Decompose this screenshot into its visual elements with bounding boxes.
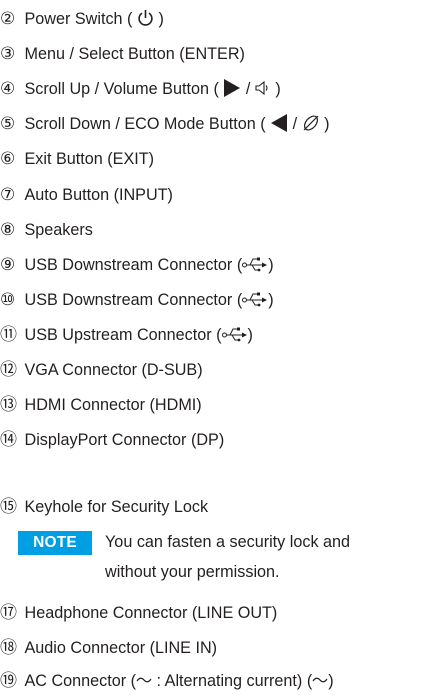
- tilde-icon: [136, 677, 152, 683]
- label-text: : Alternating current) (: [152, 672, 313, 690]
- list-item: ④ Scroll Up / Volume Button ( / ): [0, 74, 281, 104]
- item-number: ⑤: [0, 114, 16, 133]
- item-number: ⑮: [0, 497, 17, 516]
- label-text: ): [247, 326, 253, 344]
- speaker-icon: [255, 81, 268, 96]
- label-text: ): [319, 115, 330, 133]
- label-text: /: [241, 80, 255, 98]
- item-number: ⑩: [0, 290, 16, 309]
- item-label: Audio Connector (LINE IN): [24, 639, 218, 657]
- item-number: ⑱: [0, 638, 17, 657]
- item-number: ⑲: [0, 671, 17, 690]
- list-item: ⑤ Scroll Down / ECO Mode Button ( / ): [0, 109, 330, 139]
- item-number: ④: [0, 79, 16, 98]
- item-label: VGA Connector (D-SUB): [24, 361, 203, 379]
- left-triangle-icon: [271, 114, 288, 133]
- list-item: ⑭ DisplayPort Connector (DP): [0, 425, 224, 455]
- label-text: ): [328, 672, 334, 690]
- list-item: ⑬ HDMI Connector (HDMI): [0, 390, 202, 420]
- label-text: ): [268, 291, 274, 309]
- item-number: ⑦: [0, 185, 16, 204]
- label-text: USB Downstream Connector (: [24, 256, 243, 274]
- list-item: ⑥ Exit Button (EXIT): [0, 144, 154, 174]
- item-number: ⑥: [0, 149, 16, 168]
- list-item: ⑲ AC Connector ( : Alternating current) …: [0, 666, 334, 695]
- item-number: ⑨: [0, 255, 16, 274]
- eco-leaf-icon: [303, 115, 319, 131]
- label-text: ): [153, 10, 164, 28]
- label-text: ): [268, 256, 274, 274]
- item-label: HDMI Connector (HDMI): [24, 396, 202, 414]
- note-text: You can fasten a security lock and witho…: [105, 527, 441, 587]
- list-item: ⑰ Headphone Connector (LINE OUT): [0, 598, 277, 628]
- list-item: ② Power Switch ( ): [0, 4, 164, 34]
- item-label: Power Switch ( ): [25, 4, 164, 34]
- item-number: ③: [0, 44, 16, 63]
- item-label: AC Connector ( : Alternating current) ( …: [25, 666, 334, 695]
- label-text: Scroll Down / ECO Mode Button (: [24, 115, 271, 133]
- item-number: ⑬: [0, 395, 17, 414]
- usb-icon: [242, 292, 268, 307]
- item-label: USB Downstream Connector ( ): [25, 250, 274, 280]
- item-label: Scroll Up / Volume Button ( / ): [25, 74, 281, 104]
- list-item: ③ Menu / Select Button (ENTER): [0, 39, 245, 69]
- note-line-1: You can fasten a security lock and: [105, 533, 351, 551]
- note-badge: NOTE: [18, 531, 92, 555]
- tilde-icon: [312, 677, 328, 683]
- right-triangle-icon: [224, 79, 241, 98]
- usb-icon: [242, 257, 268, 272]
- item-label: Headphone Connector (LINE OUT): [24, 604, 278, 622]
- item-label: Scroll Down / ECO Mode Button ( / ): [25, 109, 330, 139]
- item-label: Menu / Select Button (ENTER): [24, 45, 245, 63]
- item-label: Auto Button (INPUT): [24, 186, 173, 204]
- item-label: DisplayPort Connector (DP): [24, 431, 225, 449]
- list-item: ⑪ USB Upstream Connector ( ): [0, 320, 253, 350]
- item-number: ②: [0, 9, 16, 28]
- item-number: ⑰: [0, 603, 17, 622]
- list-item: ⑩ USB Downstream Connector ( ): [0, 285, 274, 315]
- usb-icon: [221, 327, 247, 342]
- label-text: USB Downstream Connector (: [24, 291, 243, 309]
- item-label: Exit Button (EXIT): [24, 150, 155, 168]
- item-label: Keyhole for Security Lock: [24, 498, 209, 516]
- label-text: /: [288, 115, 302, 133]
- list-item: ⑨ USB Downstream Connector ( ): [0, 250, 274, 280]
- note-line-2: without your permission.: [105, 563, 280, 581]
- item-number: ⑭: [0, 430, 17, 449]
- item-number: ⑫: [0, 360, 17, 379]
- item-number: ⑪: [0, 325, 17, 344]
- list-item: ⑫ VGA Connector (D-SUB): [0, 355, 203, 385]
- label-text: Scroll Up / Volume Button (: [24, 80, 224, 98]
- item-number: ⑧: [0, 220, 16, 239]
- manual-page: ② Power Switch ( ) ③ Menu / Select Butto…: [0, 0, 441, 695]
- list-item: ⑮ Keyhole for Security Lock: [0, 492, 208, 522]
- list-item: ⑱ Audio Connector (LINE IN): [0, 633, 217, 663]
- item-label: USB Downstream Connector ( ): [25, 285, 274, 315]
- label-text: Power Switch (: [24, 10, 137, 28]
- label-text: ): [270, 80, 281, 98]
- power-icon: [138, 9, 153, 26]
- item-label: Speakers: [24, 221, 93, 239]
- list-item: ⑦ Auto Button (INPUT): [0, 180, 173, 210]
- item-label: USB Upstream Connector ( ): [25, 320, 253, 350]
- label-text: AC Connector (: [24, 672, 137, 690]
- list-item: ⑧ Speakers: [0, 215, 93, 245]
- label-text: USB Upstream Connector (: [24, 326, 222, 344]
